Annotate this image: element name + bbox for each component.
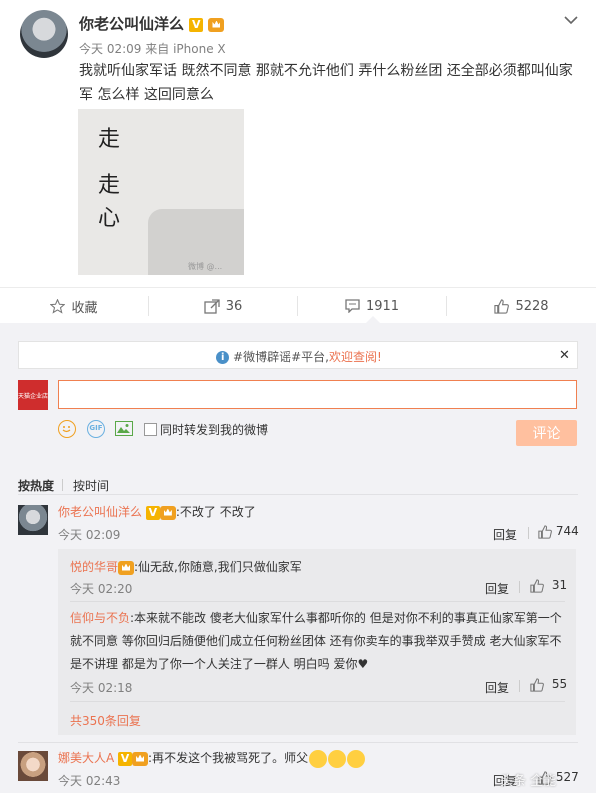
notice-link[interactable]: 欢迎查阅!	[329, 350, 382, 364]
reply-line: 悦的华哥 :仙无敌,你随意,我们只做仙家军	[70, 558, 302, 575]
notice-text: #微博辟谣#平台,	[233, 350, 329, 364]
comment-avatar[interactable]	[18, 751, 48, 781]
post-author-name[interactable]: 你老公叫仙洋么	[79, 15, 184, 33]
reply-like-button[interactable]: 55	[530, 677, 567, 692]
favorite-button[interactable]: 收藏	[0, 293, 148, 319]
reply-separator	[70, 601, 565, 602]
emoji-icon[interactable]	[58, 420, 76, 438]
comment-count: 1911	[365, 298, 400, 314]
comment-like-count: 527	[555, 770, 579, 784]
divider	[519, 680, 520, 692]
comment-author[interactable]: 你老公叫仙洋么	[58, 505, 142, 519]
image-char-2: 走	[98, 173, 121, 198]
thumbs-up-icon	[530, 677, 544, 692]
member-crown-icon	[132, 751, 149, 766]
action-bar-border	[0, 287, 596, 288]
thumbs-up-icon	[538, 524, 552, 539]
gif-icon[interactable]: GIF	[87, 420, 105, 438]
comment-reply-button[interactable]: 回复	[493, 526, 517, 543]
repost-checkbox[interactable]	[144, 423, 157, 436]
comment-line: 娜美大人A V :再不发这个我被骂死了。师父	[58, 749, 366, 768]
thumbs-up-icon	[494, 298, 510, 314]
info-icon: i	[216, 351, 230, 364]
repost-button[interactable]: 36	[149, 293, 297, 319]
reply-like-count: 31	[551, 578, 568, 592]
comment-avatar[interactable]	[18, 505, 48, 535]
reply-reply-button[interactable]: 回复	[485, 580, 509, 597]
image-char-3: 心	[98, 206, 121, 231]
active-tab-arrow	[366, 316, 380, 323]
comment-line: 你老公叫仙洋么 V :不改了 不改了	[58, 503, 256, 520]
divider	[528, 527, 529, 539]
comment-separator	[18, 742, 578, 743]
comment-time: 今天 02:43	[58, 774, 121, 788]
like-button[interactable]: 5228	[447, 293, 596, 319]
sort-underline	[18, 494, 578, 495]
verified-badge-icon: V	[189, 17, 204, 32]
like-count: 5228	[515, 298, 549, 314]
post-author-row: 你老公叫仙洋么 V	[79, 13, 225, 34]
reply-like-count: 55	[551, 677, 568, 691]
crying-emoji-icon	[309, 749, 328, 768]
verified-badge-icon: V	[118, 751, 133, 766]
reply-time: 今天 02:18	[70, 681, 133, 695]
notice-content: i #微博辟谣#平台,欢迎查阅!	[19, 348, 579, 365]
reply-author[interactable]: 信仰与不负	[70, 611, 130, 625]
comment-like-count: 744	[555, 524, 579, 538]
comment-text: :不改了 不改了	[175, 505, 256, 519]
sort-time-tab[interactable]: 按时间	[73, 477, 109, 494]
comment-like-button[interactable]: 744	[538, 524, 579, 539]
comment-time: 今天 02:09	[58, 528, 121, 542]
member-crown-icon	[118, 560, 135, 575]
sort-divider	[62, 479, 63, 491]
chevron-down-icon[interactable]	[564, 10, 578, 25]
image-char-1: 走	[98, 127, 121, 152]
post-source-prefix: 来自	[145, 42, 170, 56]
close-icon[interactable]: ✕	[559, 348, 570, 363]
comment-input[interactable]	[58, 380, 577, 409]
post-image[interactable]: 走 走 心 微博 @...	[78, 109, 244, 275]
comment-icon	[345, 299, 360, 313]
thumbs-up-icon	[530, 578, 544, 593]
watermark: 头条 全能	[500, 774, 557, 789]
repost-count: 36	[225, 298, 243, 314]
post-source[interactable]: iPhone X	[173, 42, 226, 56]
member-crown-icon	[159, 505, 176, 520]
crying-emoji-icon	[347, 749, 366, 768]
image-upload-icon[interactable]	[115, 421, 133, 436]
favorite-label: 收藏	[71, 300, 98, 316]
more-replies-link[interactable]: 共350条回复	[70, 712, 141, 729]
image-watermark: 微博 @...	[188, 262, 223, 271]
verified-badge-icon: V	[145, 505, 160, 520]
reply-author[interactable]: 悦的华哥	[70, 560, 118, 574]
user-avatar-text: 天猫企业店	[18, 392, 48, 400]
user-avatar[interactable]: 天猫企业店	[18, 380, 48, 410]
crying-emoji-icon	[328, 749, 347, 768]
notice-bar: i #微博辟谣#平台,欢迎查阅! ✕	[18, 341, 578, 369]
reply-text: :仙无敌,你随意,我们只做仙家军	[134, 560, 302, 574]
submit-comment-button[interactable]: 评论	[516, 420, 577, 446]
star-icon	[50, 298, 66, 314]
reply-separator	[70, 701, 565, 702]
post-text: 我就听仙家军话 既然不同意 那就不允许他们 弄什么粉丝团 还全部必须都叫仙家军 …	[79, 63, 573, 103]
repost-icon	[204, 298, 220, 314]
heart-icon: ♥	[357, 657, 369, 671]
comment-text: :再不发这个我被骂死了。师父	[148, 751, 309, 765]
reply-reply-button[interactable]: 回复	[485, 679, 509, 696]
sort-hot-tab[interactable]: 按热度	[18, 477, 54, 494]
repost-checkbox-label: 同时转发到我的微博	[160, 423, 269, 437]
member-crown-icon	[208, 17, 225, 32]
reply-time: 今天 02:20	[70, 582, 133, 596]
divider	[519, 581, 520, 593]
author-avatar[interactable]	[20, 10, 68, 58]
comment-author[interactable]: 娜美大人A	[58, 751, 114, 765]
reply-like-button[interactable]: 31	[530, 578, 567, 593]
post-time[interactable]: 今天 02:09	[79, 42, 141, 56]
reply-line: 信仰与不负:本来就不能改 傻老大仙家军什么事都听你的 但是对你不利的事真正仙家军…	[70, 607, 566, 676]
post-meta: 今天 02:09 来自 iPhone X	[79, 40, 226, 57]
reply-text: :本来就不能改 傻老大仙家军什么事都听你的 但是对你不利的事真正仙家军第一个就不…	[70, 611, 562, 671]
